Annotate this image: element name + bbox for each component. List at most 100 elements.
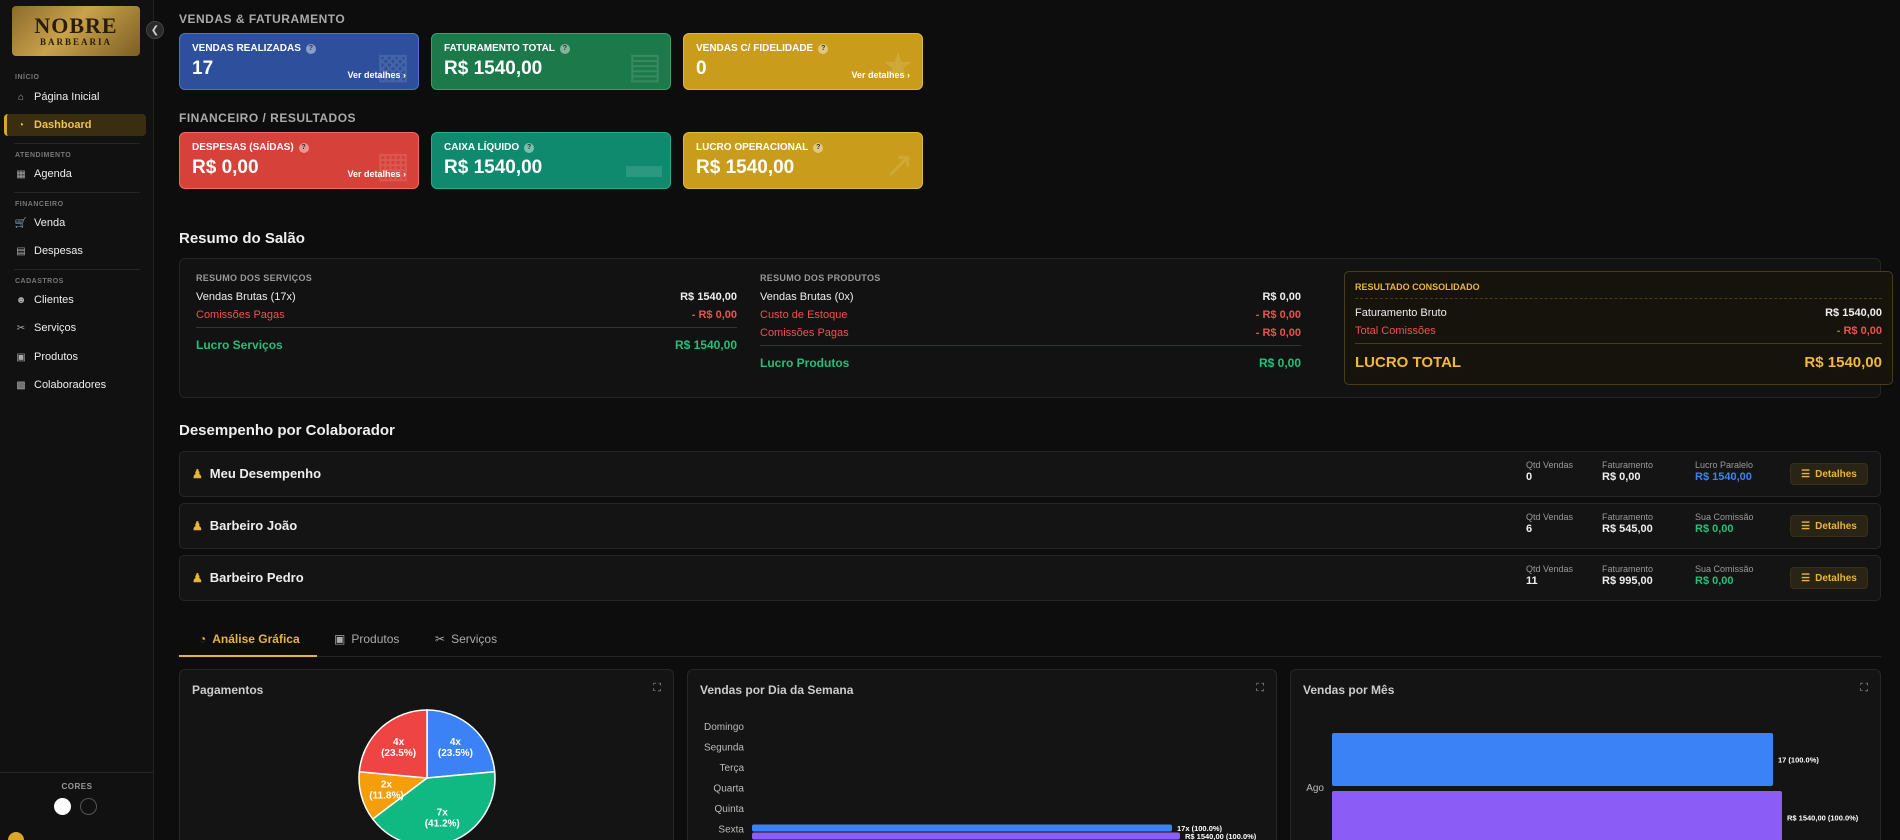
chart-panel-mes: Vendas por Mês ⛶ Ago 17 (100.0%) R$ 1540,0… [1290, 669, 1881, 840]
sidebar-item-dashboard[interactable]: ◔ Dashboard [4, 114, 146, 136]
resumo-produtos: RESUMO DOS PRODUTOS Vendas Brutas (0x) R$… [760, 273, 1301, 370]
card-label: DESPESAS (SAÍDAS) [192, 142, 294, 153]
lucro-total: LUCRO TOTAL R$ 1540,00 [1355, 354, 1882, 371]
resumo-title: Resumo do Salão [179, 230, 305, 247]
collapse-sidebar-button[interactable]: ❮ [146, 21, 164, 39]
detalhes-button[interactable]: ☰ Detalhes [1790, 515, 1868, 537]
card-vendas-fidelidade[interactable]: VENDAS C/ FIDELIDADE? 0 ★ Ver detalhes › [683, 33, 923, 90]
summary-row: Vendas Brutas (17x) R$ 1540,00 [196, 291, 737, 303]
colaborador-row: ♟ Barbeiro João Qtd Vendas 6 Faturamento R$… [179, 503, 1881, 549]
card-vendas-realizadas[interactable]: VENDAS REALIZADAS? 17 ▩ Ver detalhes › [179, 33, 419, 90]
chart-panel-dia-semana: Vendas por Dia da Semana ⛶ Domingo Segund… [687, 669, 1277, 840]
resumo-servicos-head: RESUMO DOS SERVIÇOS [196, 273, 313, 283]
chart-pie-icon: ◔ [17, 119, 25, 131]
card-faturamento-total[interactable]: FATURAMENTO TOTAL? R$ 1540,00 ▤ [431, 33, 671, 90]
tab-servicos[interactable]: ✂ Serviços [435, 632, 497, 646]
bar[interactable] [1332, 733, 1773, 786]
sidebar-item-colaboradores[interactable]: ▩ Colaboradores [4, 374, 146, 396]
user-icon: ♟ [192, 570, 203, 585]
receipt-icon: ▦ [375, 144, 410, 185]
sidebar-item-servicos[interactable]: ✂ Serviços [4, 317, 146, 339]
divider [14, 143, 140, 144]
ver-detalhes-link[interactable]: Ver detalhes › [851, 70, 910, 80]
card-label: VENDAS C/ FIDELIDADE [696, 43, 814, 54]
expand-icon[interactable]: ⛶ [653, 682, 661, 695]
lucro-servicos: Lucro Serviços R$ 1540,00 [196, 338, 737, 352]
card-label: FATURAMENTO TOTAL [444, 43, 555, 54]
expand-icon[interactable]: ⛶ [1860, 682, 1868, 695]
category-tick-label: Segunda [704, 743, 744, 754]
sidebar-item-label: Colaboradores [34, 379, 107, 391]
card-despesas[interactable]: DESPESAS (SAÍDAS)? R$ 0,00 ▦ Ver detalhe… [179, 132, 419, 189]
stat-faturamento: Faturamento R$ 995,00 [1602, 564, 1654, 587]
tab-produtos[interactable]: ▣ Produtos [334, 632, 399, 646]
summary-row: Comissões Pagas - R$ 0,00 [196, 309, 737, 321]
colaborador-name: Barbeiro Pedro [209, 570, 304, 585]
help-icon[interactable]: ? [524, 142, 535, 153]
nav-section-cadastros: CADASTROS [15, 278, 64, 285]
resumo-panel: RESUMO DOS SERVIÇOS Vendas Brutas (17x) R… [179, 258, 1893, 398]
sidebar-item-produtos[interactable]: ▣ Produtos [4, 346, 146, 368]
expand-icon[interactable]: ⛶ [1256, 682, 1264, 695]
help-icon[interactable]: ? [559, 43, 570, 54]
card-lucro-operacional[interactable]: LUCRO OPERACIONAL? R$ 1540,00 ↗ [683, 132, 923, 189]
ver-detalhes-link[interactable]: Ver detalhes › [347, 169, 406, 179]
main-content: VENDAS & FATURAMENTO VENDAS REALIZADAS? … [155, 0, 1900, 840]
colors-label: CORES [61, 782, 93, 791]
sidebar-item-label: Agenda [34, 168, 72, 180]
category-tick-label: Domingo [704, 722, 744, 733]
sidebar-item-venda[interactable]: 🛒 Venda [4, 212, 146, 234]
detalhes-button[interactable]: ☰ Detalhes [1790, 463, 1868, 485]
help-icon[interactable]: ? [818, 43, 829, 54]
help-icon[interactable]: ? [298, 142, 309, 153]
resultado-consolidado: RESULTADO CONSOLIDADO Faturamento Bruto R… [1344, 271, 1893, 385]
nav-section-inicio: INÍCIO [15, 74, 40, 81]
home-icon: ⌂ [17, 91, 25, 103]
colaborador-row: ♟ Meu Desempenho Qtd Vendas 0 Faturamento R… [179, 451, 1881, 497]
bar[interactable] [1332, 791, 1782, 840]
id-card-icon: ▩ [16, 379, 26, 391]
bar[interactable] [752, 832, 1180, 840]
cart-icon: 🛒 [14, 217, 28, 229]
colaborador-name: Meu Desempenho [209, 466, 322, 481]
desempenho-title: Desempenho por Colaborador [179, 422, 395, 439]
category-tick-label: Terça [720, 763, 745, 774]
sidebar-item-clientes[interactable]: ☻ Clientes [4, 289, 146, 311]
help-icon[interactable]: ? [813, 142, 824, 153]
bar-data-label: R$ 1540,00 (100.0%) [1787, 814, 1859, 823]
sidebar-item-home[interactable]: ⌂ Página Inicial [4, 86, 146, 108]
box-icon: ▣ [16, 351, 26, 363]
sidebar-item-label: Despesas [34, 245, 83, 257]
color-swatch-light[interactable] [54, 798, 71, 815]
divider [14, 269, 140, 270]
tab-analise-grafica[interactable]: ◔ Análise Gráfica [199, 632, 300, 646]
ver-detalhes-link[interactable]: Ver detalhes › [347, 70, 406, 80]
sidebar-item-agenda[interactable]: ▦ Agenda [4, 163, 146, 185]
sidebar-item-despesas[interactable]: ▤ Despesas [4, 240, 146, 262]
divider [14, 192, 140, 193]
user-icon: ♟ [192, 518, 203, 533]
vendas-section-title: VENDAS & FATURAMENTO [179, 12, 346, 26]
sidebar-item-label: Clientes [34, 294, 74, 306]
stat-faturamento: Faturamento R$ 0,00 [1602, 460, 1654, 483]
bar[interactable] [752, 824, 1172, 832]
summary-row: Total Comissões - R$ 0,00 [1355, 325, 1882, 337]
tab-active-indicator [179, 655, 317, 657]
file-icon: ▤ [16, 245, 26, 257]
help-icon[interactable]: ? [305, 43, 316, 54]
avatar[interactable] [8, 832, 24, 840]
chart-title: Vendas por Dia da Semana [700, 683, 854, 697]
scissors-icon: ✂ [435, 632, 446, 646]
logo[interactable]: NOBRE BARBEARIA [12, 6, 140, 56]
colaborador-row: ♟ Barbeiro Pedro Qtd Vendas 11 Faturamento… [179, 555, 1881, 601]
colaborador-name: Barbeiro João [209, 518, 298, 533]
app: NOBRE BARBEARIA ❮ INÍCIO ⌂ Página Inicia… [0, 0, 1900, 840]
color-swatch-dark[interactable] [80, 798, 97, 815]
logo-subtitle: BARBEARIA [39, 37, 112, 47]
card-label: VENDAS REALIZADAS [192, 43, 301, 54]
detalhes-button[interactable]: ☰ Detalhes [1790, 567, 1868, 589]
stat-comissao: Sua Comissão R$ 0,00 [1695, 512, 1754, 535]
category-tick-label: Ago [1306, 783, 1324, 794]
sidebar-item-label: Página Inicial [34, 91, 100, 103]
card-caixa-liquido[interactable]: CAIXA LÍQUIDO? R$ 1540,00 ▬ [431, 132, 671, 189]
